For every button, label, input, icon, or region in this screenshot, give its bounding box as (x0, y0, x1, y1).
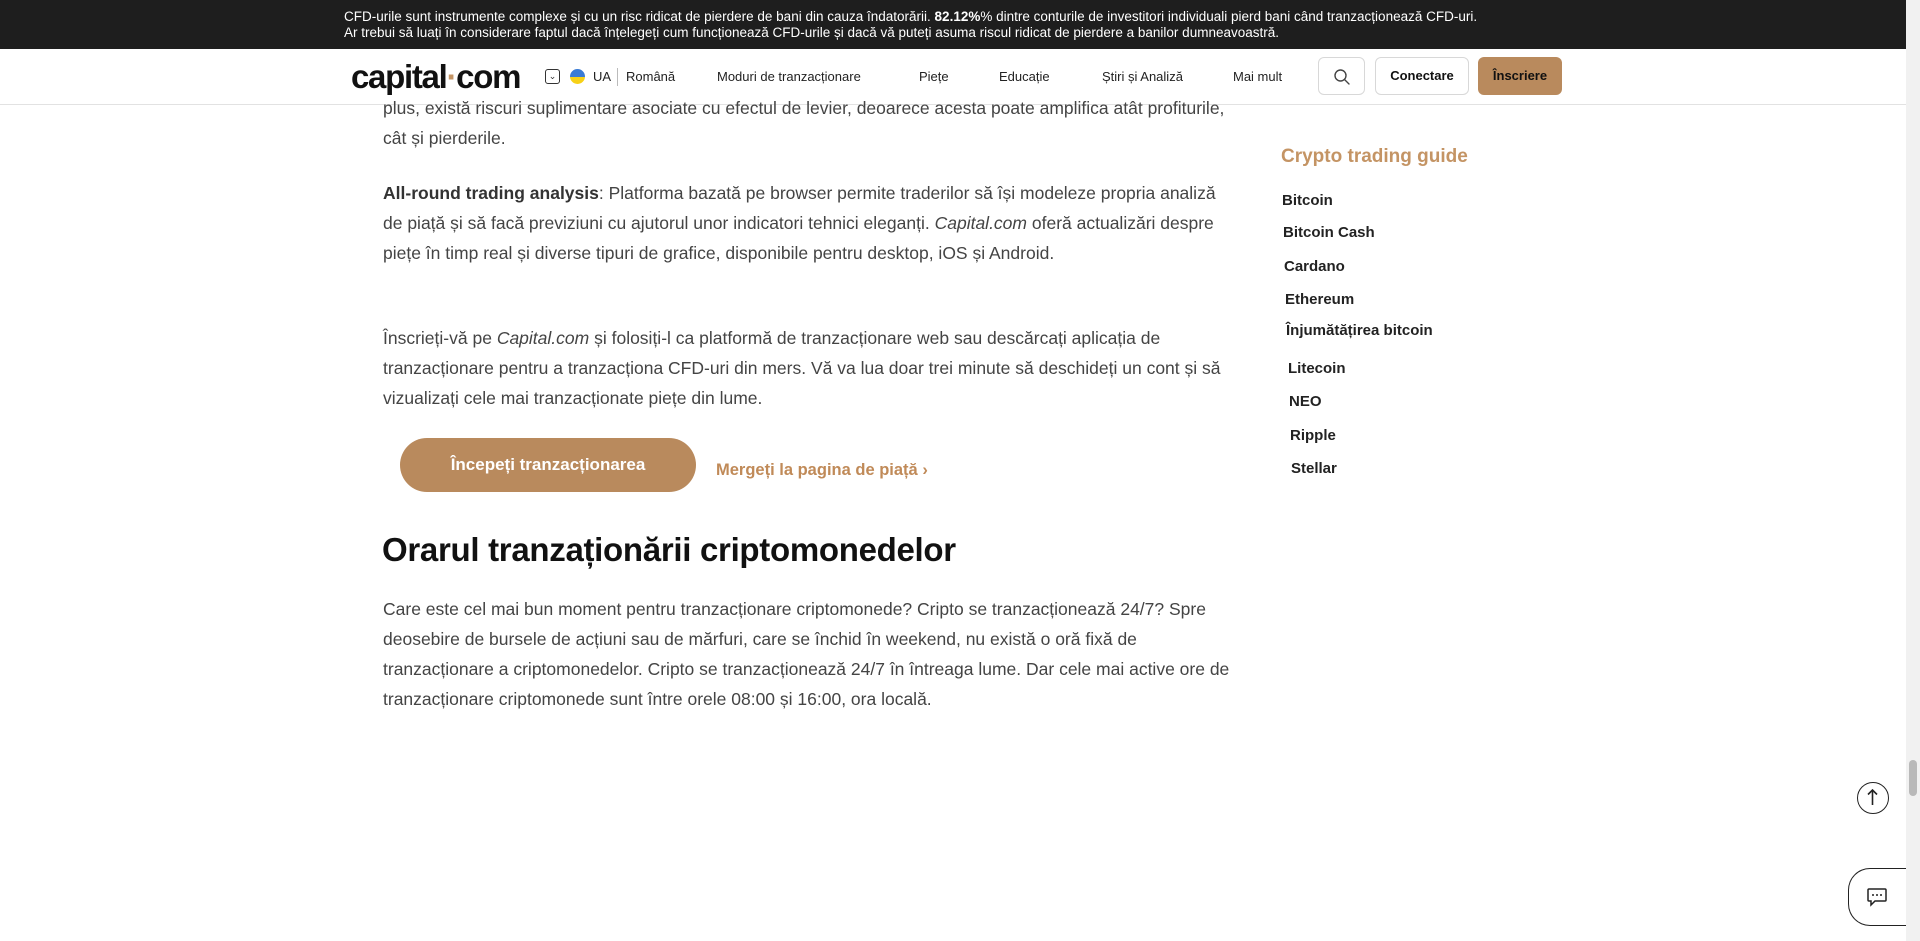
paragraph-segment: Înscrieți-vă pe (383, 328, 492, 348)
language-selector[interactable]: Română (626, 69, 675, 84)
page-scrollbar[interactable] (1906, 0, 1920, 941)
guide-link-ripple[interactable]: Ripple (1290, 427, 1336, 444)
risk-warning-line-2: Ar trebui să luați în considerare faptul… (344, 25, 1279, 40)
search-button[interactable] (1318, 57, 1365, 95)
guide-title: Crypto trading guide (1281, 146, 1468, 167)
signup-button[interactable]: Înscriere (1478, 57, 1562, 95)
region-code[interactable]: UA (593, 69, 611, 84)
logo-dot: · (446, 58, 457, 95)
paragraph-text: Care este cel mai bun moment pentru tran… (383, 599, 1230, 709)
article-paragraph-schedule: Care este cel mai bun moment pentru tran… (383, 594, 1233, 714)
login-button[interactable]: Conectare (1375, 57, 1469, 95)
market-link-label: Mergeți la pagina de piață (716, 461, 918, 479)
article-paragraph-signup: Înscrieți-vă pe Capital.com și folosiți-… (383, 323, 1233, 413)
paragraph-text: plus, există riscuri suplimentare asocia… (383, 98, 1225, 148)
risk-warning-banner: CFD-urile sunt instrumente complexe și c… (0, 0, 1906, 49)
risk-warning-line-1: CFD-urile sunt instrumente complexe și c… (344, 9, 1906, 25)
guide-link-cardano[interactable]: Cardano (1284, 258, 1345, 275)
guide-link-bitcoin-halving[interactable]: Înjumătățirea bitcoin (1286, 322, 1433, 339)
capital-com-logo[interactable]: capital·com (351, 58, 521, 96)
ukraine-flag-icon (570, 69, 585, 84)
arrow-up-icon (1867, 788, 1878, 805)
nav-news-analysis[interactable]: Știri și Analiză (1102, 69, 1183, 84)
scroll-to-top-button[interactable] (1857, 782, 1889, 814)
article-paragraph-analysis: All-round trading analysis: Platforma ba… (383, 178, 1233, 268)
search-icon (1334, 69, 1350, 85)
risk-percentage: 82.12% (934, 9, 981, 24)
paragraph-text: Înscrieți-vă pe Capital.com și folosiți-… (383, 323, 1233, 413)
scrollbar-thumb[interactable] (1909, 760, 1917, 796)
paragraph-text: All-round trading analysis: Platforma ba… (383, 178, 1233, 268)
guide-link-bitcoin[interactable]: Bitcoin (1282, 192, 1333, 209)
chevron-right-icon: › (922, 461, 928, 479)
guide-link-neo[interactable]: NEO (1289, 393, 1322, 410)
logo-text-com: com (456, 58, 521, 95)
guide-link-bitcoin-cash[interactable]: Bitcoin Cash (1283, 224, 1375, 241)
logo-text-capital: capital (351, 58, 448, 95)
divider (617, 68, 618, 86)
risk-warning-text-prefix: CFD-urile sunt instrumente complexe și c… (344, 9, 931, 24)
market-page-link[interactable]: Mergeți la pagina de piață › (716, 461, 928, 480)
nav-markets[interactable]: Piețe (919, 69, 949, 84)
nav-education[interactable]: Educație (999, 69, 1050, 84)
guide-link-litecoin[interactable]: Litecoin (1288, 360, 1346, 377)
risk-warning-text-suffix: % dintre conturile de investitori indivi… (980, 9, 1478, 24)
brand-name: Capital.com (496, 328, 590, 348)
start-trading-button[interactable]: Începeți tranzacționarea (400, 438, 696, 492)
chevron-down-icon[interactable]: ⌄ (545, 69, 560, 84)
article-paragraph-risk: plus, există riscuri suplimentare asocia… (383, 93, 1233, 153)
brand-name: Capital.com (934, 213, 1027, 233)
guide-link-ethereum[interactable]: Ethereum (1285, 291, 1354, 308)
chat-button[interactable] (1848, 868, 1908, 926)
feature-title: All-round trading analysis (383, 183, 599, 203)
guide-link-stellar[interactable]: Stellar (1291, 460, 1337, 477)
section-title: Orarul tranzaționării criptomonedelor (382, 531, 956, 568)
chat-icon (1867, 888, 1887, 907)
nav-more[interactable]: Mai mult (1233, 69, 1282, 84)
nav-trading-modes[interactable]: Moduri de tranzacționare (717, 69, 861, 84)
